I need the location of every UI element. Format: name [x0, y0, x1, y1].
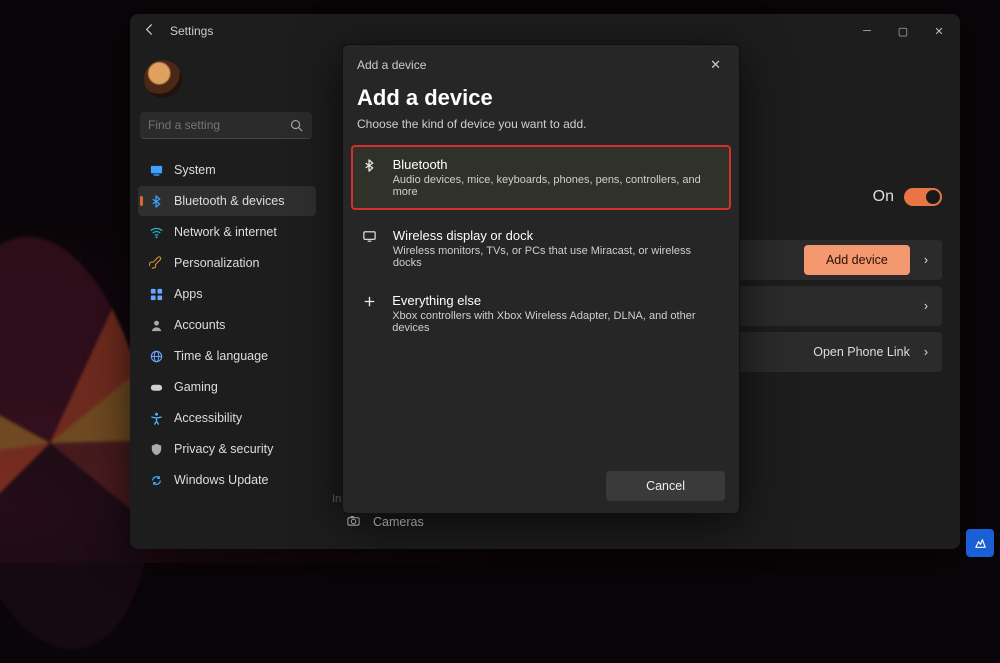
- device-option-bluetooth[interactable]: Bluetooth Audio devices, mice, keyboards…: [351, 145, 731, 210]
- settings-window: Settings ─ ▢ ✕ System Bluetooth & device…: [130, 14, 960, 549]
- cancel-button[interactable]: Cancel: [606, 471, 725, 501]
- bluetooth-icon: [361, 157, 379, 173]
- option-desc: Xbox controllers with Xbox Wireless Adap…: [392, 310, 721, 334]
- dialog-subtitle: Choose the kind of device you want to ad…: [343, 117, 739, 141]
- dialog-footer: Cancel: [343, 459, 739, 513]
- option-desc: Audio devices, mice, keyboards, phones, …: [393, 174, 721, 198]
- option-title: Everything else: [392, 293, 721, 308]
- display-icon: [361, 228, 379, 244]
- add-device-dialog: Add a device ✕ Add a device Choose the k…: [342, 44, 740, 514]
- dialog-breadcrumb: Add a device: [357, 58, 426, 72]
- option-desc: Wireless monitors, TVs, or PCs that use …: [393, 245, 721, 269]
- recycle-bin-icon[interactable]: [966, 529, 994, 557]
- dialog-close-button[interactable]: ✕: [704, 55, 727, 75]
- option-title: Wireless display or dock: [393, 228, 721, 243]
- dialog-title: Add a device: [343, 79, 739, 117]
- plus-icon: [361, 293, 378, 309]
- device-option-wireless-display-or-dock[interactable]: Wireless display or dock Wireless monito…: [351, 216, 731, 281]
- dialog-options: Bluetooth Audio devices, mice, keyboards…: [343, 141, 739, 350]
- option-title: Bluetooth: [393, 157, 721, 172]
- device-option-everything-else[interactable]: Everything else Xbox controllers with Xb…: [351, 281, 731, 346]
- dialog-header: Add a device ✕: [343, 45, 739, 79]
